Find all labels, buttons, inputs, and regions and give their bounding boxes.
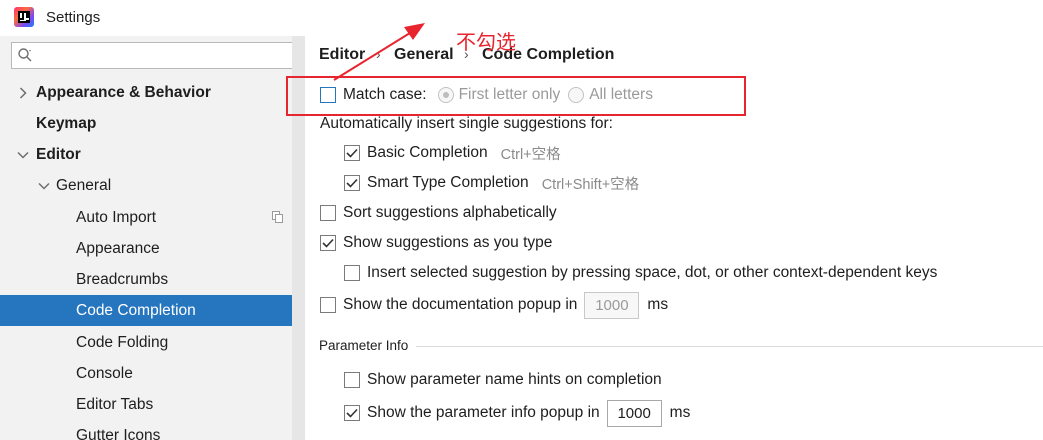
smart-type-completion-row: Smart Type Completion Ctrl+Shift+空格 [344,170,639,196]
chevron-down-icon[interactable] [16,139,30,170]
smart-type-completion-shortcut: Ctrl+Shift+空格 [541,176,640,193]
sidebar-item-appearance[interactable]: Appearance [0,233,305,264]
annotation-text: 不勾选 [456,30,516,54]
basic-completion-label: Basic Completion [367,144,488,161]
intellij-logo-icon [14,7,34,27]
sidebar-item-general[interactable]: General [0,170,305,201]
show-as-you-type-row: Show suggestions as you type [320,230,552,256]
sort-alpha-label: Sort suggestions alphabetically [343,204,557,221]
breadcrumb-separator: › [376,46,381,62]
sidebar-item-label: Auto Import [76,209,157,226]
sidebar-item-label: Editor [36,146,81,163]
sidebar-item-label: Appearance & Behavior [36,84,211,101]
search-icon [18,48,32,62]
sidebar-item-appearance-behavior[interactable]: Appearance & Behavior [0,77,305,108]
basic-completion-shortcut: Ctrl+空格 [500,146,561,163]
insert-selected-row: Insert selected suggestion by pressing s… [344,260,937,286]
title-bar: Settings [0,0,1043,36]
section-divider [416,346,1043,347]
sidebar-item-label: General [56,177,112,194]
settings-search-input[interactable] [11,42,297,69]
sort-alpha-checkbox[interactable] [320,205,336,221]
settings-sidebar: Appearance & Behavior Keymap Editor Gene… [0,36,305,440]
sidebar-item-auto-import[interactable]: Auto Import [0,202,305,233]
sidebar-item-label: Code Folding [76,334,169,351]
parameter-info-section-title: Parameter Info [319,338,409,353]
sidebar-item-label: Gutter Icons [76,427,161,440]
window-title: Settings [46,9,101,26]
insert-selected-label: Insert selected suggestion by pressing s… [367,264,938,281]
copy-project-settings-icon [272,211,283,223]
show-doc-popup-label: Show the documentation popup in [343,296,578,313]
sort-alpha-row: Sort suggestions alphabetically [320,200,557,226]
sidebar-item-breadcrumbs[interactable]: Breadcrumbs [0,264,305,295]
smart-type-completion-checkbox[interactable] [344,175,360,191]
breadcrumb-editor: Editor [319,46,366,63]
param-name-hints-label: Show parameter name hints on completion [367,371,662,388]
show-as-you-type-label: Show suggestions as you type [343,234,553,251]
param-name-hints-row: Show parameter name hints on completion [344,367,662,393]
sidebar-item-label: Editor Tabs [76,396,154,413]
show-as-you-type-checkbox[interactable] [320,235,336,251]
param-info-unit: ms [669,404,691,421]
param-info-popup-row: Show the parameter info popup in ms [344,399,691,427]
sidebar-item-editor[interactable]: Editor [0,139,305,170]
chevron-down-icon[interactable] [37,170,51,201]
doc-popup-unit: ms [647,296,669,313]
breadcrumb-general: General [394,46,454,63]
sidebar-item-console[interactable]: Console [0,358,305,389]
param-info-popup-checkbox[interactable] [344,405,360,421]
doc-popup-delay-input[interactable] [584,291,640,319]
sidebar-item-label: Keymap [36,115,97,132]
show-doc-popup-row: Show the documentation popup in ms [320,291,669,319]
sidebar-item-keymap[interactable]: Keymap [0,108,305,139]
sidebar-item-label: Console [76,365,133,382]
insert-selected-checkbox[interactable] [344,265,360,281]
sidebar-item-editor-tabs[interactable]: Editor Tabs [0,389,305,420]
sidebar-item-code-completion[interactable]: Code Completion [0,295,305,326]
basic-completion-checkbox[interactable] [344,145,360,161]
basic-completion-row: Basic Completion Ctrl+空格 [344,140,561,166]
sidebar-item-label: Breadcrumbs [76,271,169,288]
param-info-popup-label: Show the parameter info popup in [367,404,600,421]
sidebar-item-label: Code Completion [76,302,196,319]
annotation-highlight-box [286,76,746,116]
smart-type-completion-label: Smart Type Completion [367,174,529,191]
chevron-right-icon[interactable] [16,77,30,108]
sidebar-item-code-folding[interactable]: Code Folding [0,327,305,358]
param-name-hints-checkbox[interactable] [344,372,360,388]
show-doc-popup-checkbox[interactable] [320,297,336,313]
sidebar-item-gutter-icons[interactable]: Gutter Icons [0,420,305,440]
sidebar-item-label: Appearance [76,240,160,257]
param-info-delay-input[interactable] [606,399,662,427]
